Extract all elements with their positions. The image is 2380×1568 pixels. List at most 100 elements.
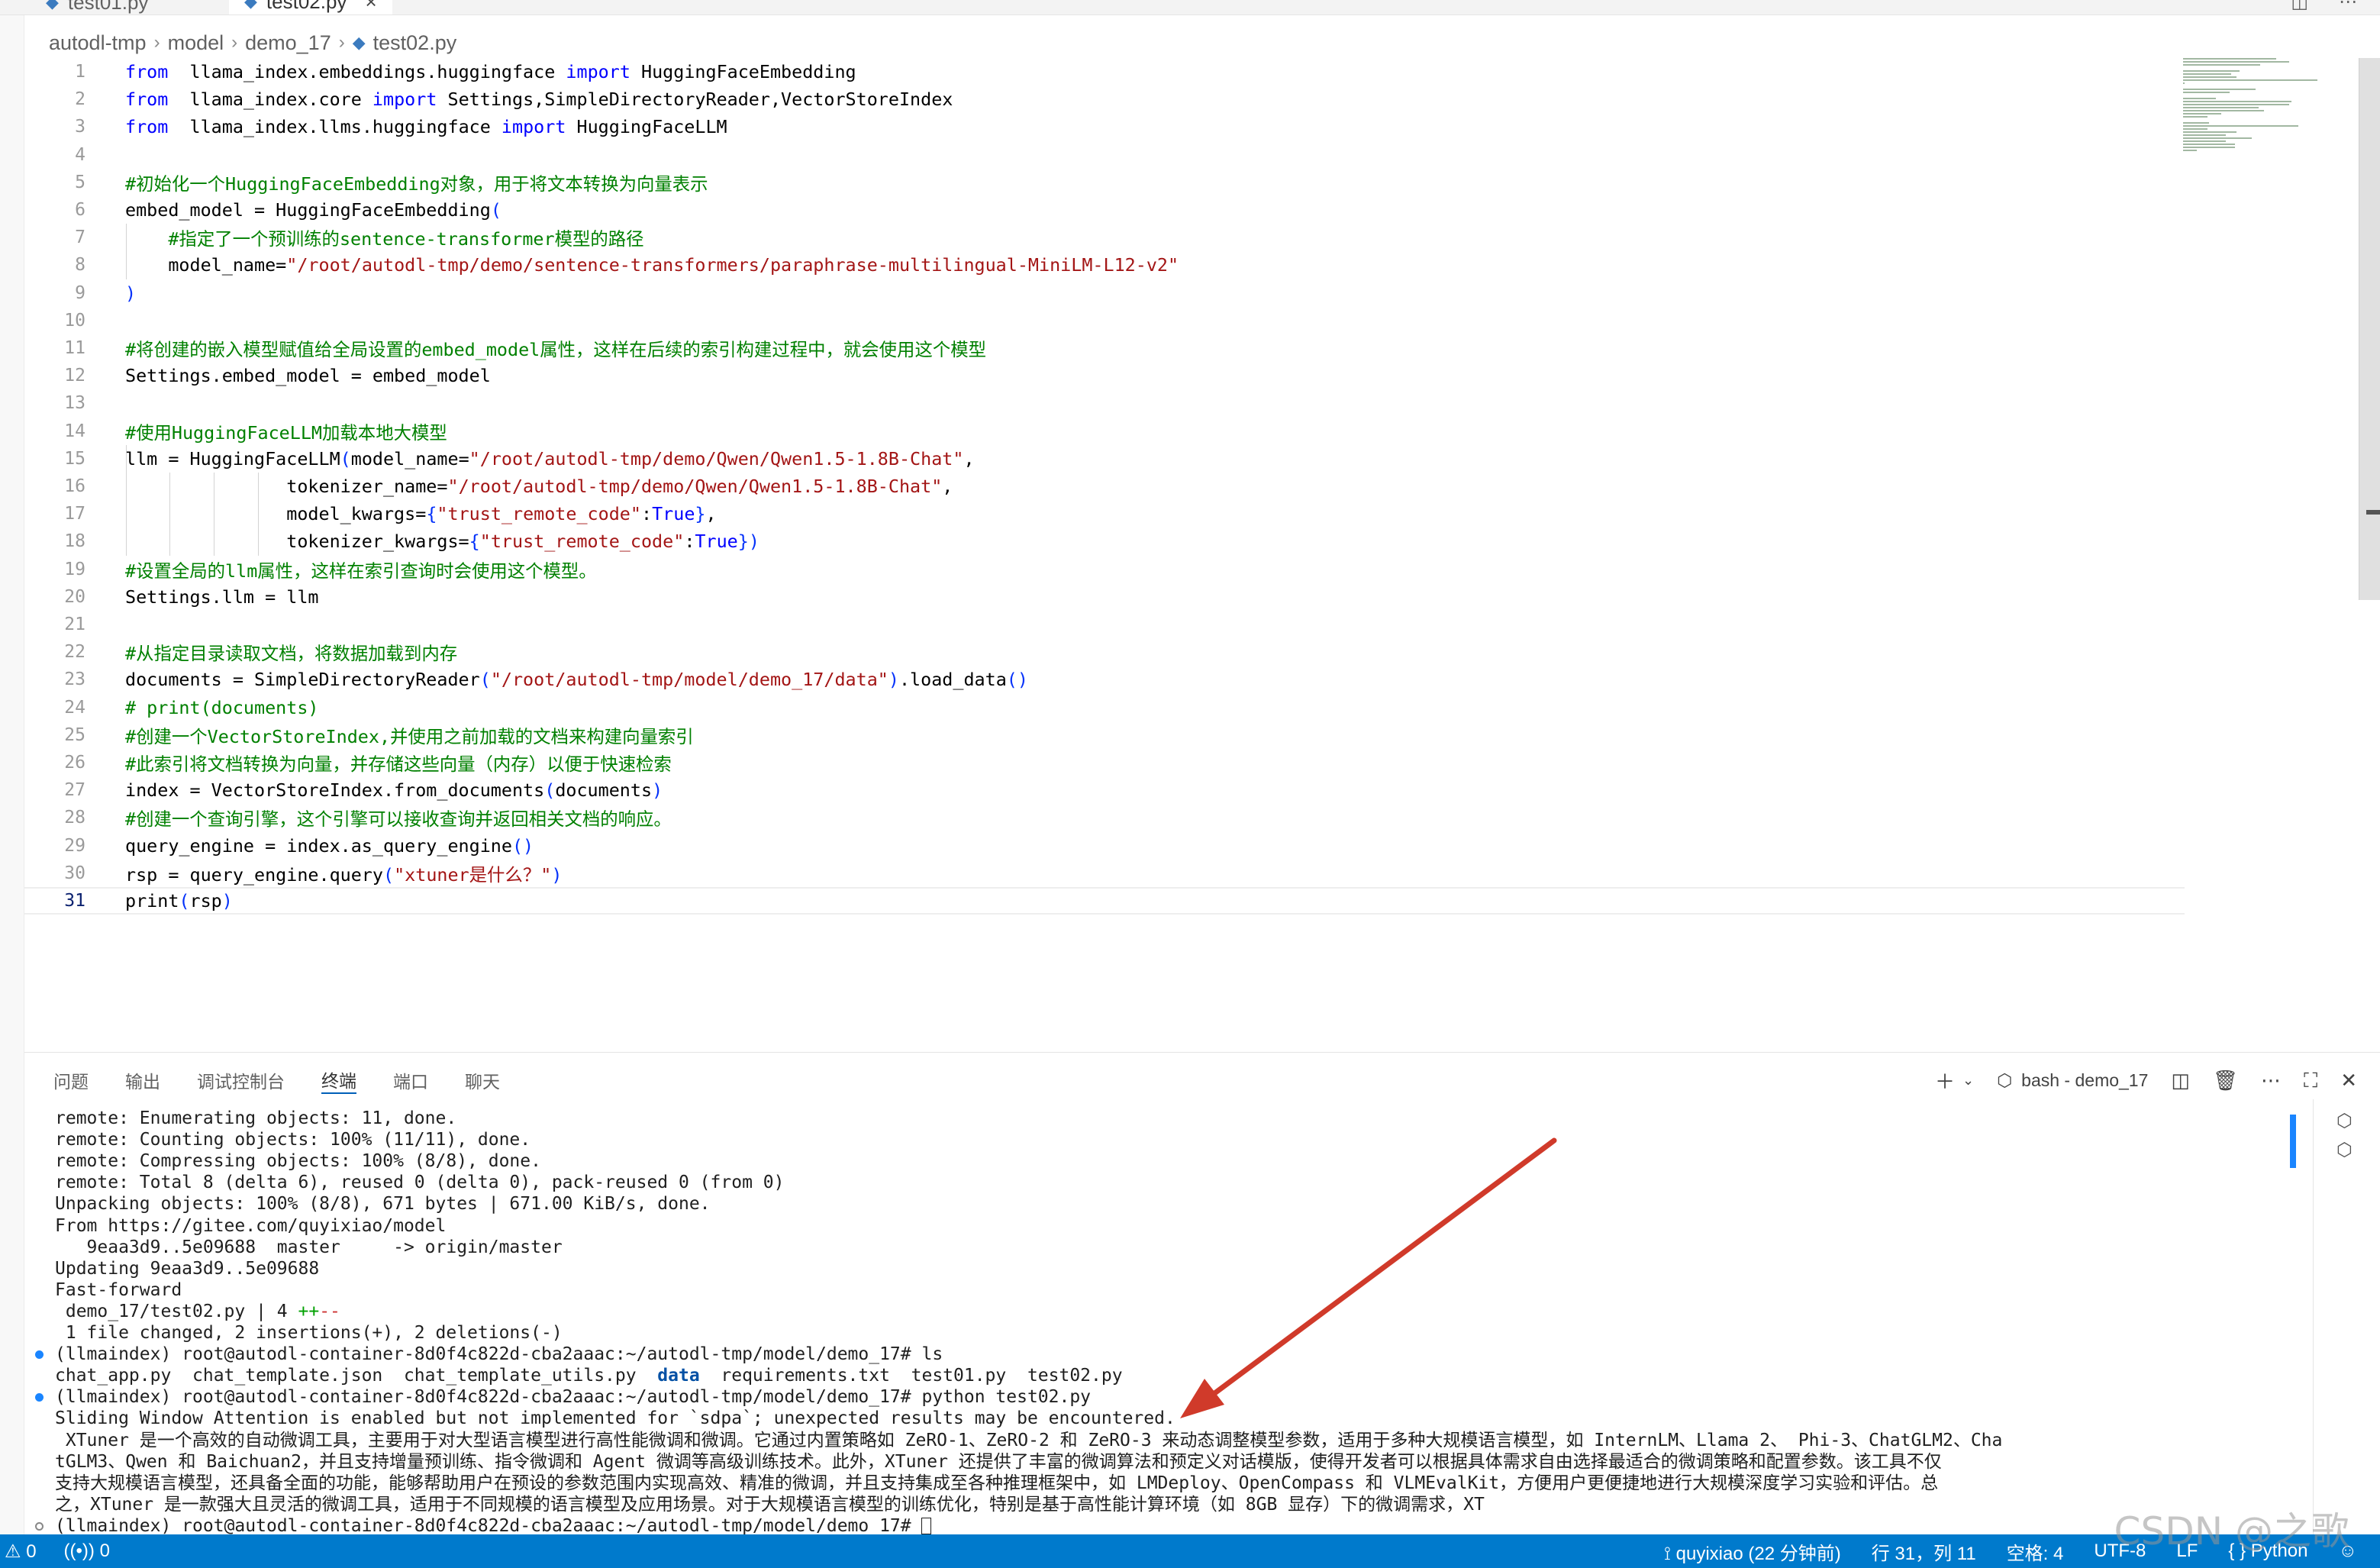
code-line[interactable]: 16 tokenizer_name="/root/autodl-tmp/demo… — [24, 473, 2185, 500]
close-panel-icon[interactable]: ✕ — [2340, 1069, 2357, 1092]
python-file-icon: ◆ — [352, 33, 366, 52]
git-blame-status[interactable]: ⟟ quyixiao (22 分钟前) — [1664, 1538, 1841, 1565]
code-line[interactable]: 19 #设置全局的llm属性，这样在索引查询时会使用这个模型。 — [24, 556, 2185, 583]
more-actions-icon[interactable]: ⋯ — [2339, 0, 2357, 13]
close-tab-icon[interactable]: × — [365, 0, 376, 14]
code-token: import — [501, 116, 566, 138]
code-line[interactable]: 24 # print(documents) — [24, 694, 2185, 721]
terminal-selector[interactable]: ⬡ bash - demo_17 — [1997, 1070, 2148, 1091]
code-token: "/root/autodl-tmp/demo/sentence-transfor… — [286, 254, 1179, 276]
code-line[interactable]: 15 llm = HuggingFaceLLM(model_name="/root… — [24, 445, 2185, 473]
code-line[interactable]: 30 rsp = query_engine.query("xtuner是什么？") — [24, 860, 2185, 887]
tab-debug-console[interactable]: 调试控制台 — [197, 1066, 285, 1094]
command-status-icon[interactable] — [35, 1521, 44, 1531]
minimap[interactable] — [2180, 58, 2333, 157]
code-text: print(rsp) — [125, 890, 233, 911]
line-number: 2 — [75, 89, 85, 110]
minimap-line — [2183, 125, 2299, 127]
code-line[interactable]: 22 #从指定目录读取文档，将数据加载到内存 — [24, 638, 2185, 666]
code-line[interactable]: 14 #使用HuggingFaceLLM加载本地大模型 — [24, 418, 2185, 445]
ports-status[interactable]: ((•)) 0 — [64, 1541, 110, 1562]
errors-status[interactable]: ⚠ 0 — [5, 1541, 37, 1563]
terminal-line: demo_17/test02.py | 4 ++-- — [55, 1301, 340, 1322]
breadcrumb-item[interactable]: test02.py — [373, 31, 457, 55]
code-line[interactable]: 3 from llama_index.llms.huggingface impor… — [24, 113, 2185, 140]
code-editor[interactable]: 1 from llama_index.embeddings.huggingface… — [24, 58, 2360, 1050]
code-token: #指定了一个预训练的sentence-transformer模型的路径 — [168, 228, 644, 250]
code-token: "xtuner是什么？" — [394, 863, 552, 886]
tab-problems[interactable]: 问题 — [53, 1066, 89, 1094]
tab-test01[interactable]: ◆ test01.py — [31, 0, 163, 15]
code-line[interactable]: 4 — [24, 141, 2185, 169]
trash-icon[interactable]: 🗑 — [2213, 1069, 2238, 1092]
code-line[interactable]: 18 tokenizer_kwargs={"trust_remote_code"… — [24, 528, 2185, 555]
code-line[interactable]: 21 — [24, 611, 2185, 638]
tab-test02[interactable]: ◆ test02.py × — [229, 0, 392, 15]
more-actions-icon[interactable]: ⋯ — [2261, 1069, 2281, 1092]
code-line[interactable]: 17 model_kwargs={"trust_remote_code":Tru… — [24, 500, 2185, 528]
minimap-line — [2183, 70, 2240, 72]
code-text: # print(documents) — [125, 697, 318, 718]
command-status-icon[interactable] — [35, 1393, 44, 1402]
code-token: # print(documents) — [125, 696, 319, 718]
breadcrumb-item[interactable]: demo_17 — [245, 31, 331, 55]
chevron-right-icon: › — [338, 32, 345, 53]
code-line[interactable]: 27 index = VectorStoreIndex.from_document… — [24, 776, 2185, 804]
code-line[interactable]: 31 print(rsp) — [24, 887, 2185, 915]
code-line[interactable]: 23 documents = SimpleDirectoryReader("/ro… — [24, 666, 2185, 693]
code-line[interactable]: 5 #初始化一个HuggingFaceEmbedding对象，用于将文本转换为向量… — [24, 169, 2185, 196]
code-line[interactable]: 13 — [24, 389, 2185, 417]
chevron-down-icon[interactable]: ⌄ — [1962, 1073, 1974, 1089]
code-token: tokenizer_name= — [125, 476, 448, 497]
editor-scrollbar[interactable] — [2359, 58, 2380, 600]
tab-ports[interactable]: 端口 — [393, 1066, 428, 1094]
tab-chat[interactable]: 聊天 — [465, 1066, 500, 1094]
indentation-status[interactable]: 空格: 4 — [2007, 1538, 2064, 1565]
code-token: ) — [652, 779, 663, 802]
code-line[interactable]: 2 from llama_index.core import Settings,S… — [24, 85, 2185, 113]
breadcrumb-item[interactable]: model — [168, 31, 224, 55]
code-line[interactable]: 6 embed_model = HuggingFaceEmbedding( — [24, 196, 2185, 224]
chevron-right-icon: › — [153, 32, 160, 53]
code-line[interactable]: 11 #将创建的嵌入模型赋值给全局设置的embed_model属性，这样在后续的索… — [24, 334, 2185, 362]
code-token: llm = HuggingFaceLLM — [125, 447, 340, 469]
activity-edge — [0, 15, 24, 1534]
code-text: index = VectorStoreIndex.from_documents(… — [125, 779, 663, 801]
minimap-line — [2183, 61, 2289, 63]
terminal-instance-icon[interactable]: ⬡ — [2336, 1139, 2353, 1161]
terminal-scrollbar[interactable] — [2290, 1115, 2296, 1168]
code-token: ( — [382, 863, 395, 886]
code-line[interactable]: 28 #创建一个查询引擎，这个引擎可以接收查询并返回相关文档的响应。 — [24, 804, 2185, 831]
code-line[interactable]: 26 #此索引将文档转换为向量，并存储这些向量（内存）以便于快速检索 — [24, 749, 2185, 776]
code-line[interactable]: 20 Settings.llm = llm — [24, 583, 2185, 611]
line-number: 7 — [75, 227, 85, 248]
code-token: #使用HuggingFaceLLM加载本地大模型 — [125, 421, 447, 444]
minimap-line — [2183, 131, 2237, 133]
terminal-line: 之，XTuner 是一款强大且灵活的微调工具，适用于不同规模的语言模型及应用场景… — [55, 1494, 1485, 1515]
terminal-line: remote: Enumerating objects: 11, done. — [55, 1108, 456, 1129]
split-terminal-icon[interactable]: ◫ — [2171, 1069, 2190, 1092]
code-token: model_name= — [350, 447, 469, 469]
tab-terminal[interactable]: 终端 — [321, 1066, 356, 1094]
new-terminal-icon[interactable]: ＋ — [1935, 1066, 1955, 1095]
code-line[interactable]: 29 query_engine = index.as_query_engine() — [24, 832, 2185, 860]
cursor-position[interactable]: 行 31，列 11 — [1872, 1538, 1976, 1565]
minimap-line — [2183, 150, 2197, 151]
code-line[interactable]: 10 — [24, 307, 2185, 334]
tab-output[interactable]: 输出 — [125, 1066, 160, 1094]
code-token: "trust_remote_code" — [479, 531, 685, 553]
code-line[interactable]: 25 #创建一个VectorStoreIndex,并使用之前加载的文档来构建向量索… — [24, 721, 2185, 749]
split-editor-icon[interactable]: ◫ — [2291, 0, 2308, 13]
code-token: #此索引将文档转换为向量，并存储这些向量（内存）以便于快速检索 — [125, 753, 672, 775]
code-line[interactable]: 9) — [24, 279, 2185, 307]
maximize-panel-icon[interactable]: ⛶ — [2304, 1069, 2317, 1093]
code-line[interactable]: 1 from llama_index.embeddings.huggingface… — [24, 58, 2185, 85]
command-status-icon[interactable] — [35, 1350, 44, 1360]
code-token: "trust_remote_code" — [437, 503, 641, 525]
terminal-instance-icon[interactable]: ⬡ — [2336, 1110, 2353, 1132]
breadcrumb-item[interactable]: autodl-tmp — [49, 31, 147, 55]
code-line[interactable]: 7 #指定了一个预训练的sentence-transformer模型的路径 — [24, 224, 2185, 251]
code-line[interactable]: 8 model_name="/root/autodl-tmp/demo/sent… — [24, 251, 2185, 279]
terminal-output[interactable]: remote: Enumerating objects: 11, done. re… — [35, 1108, 2314, 1536]
code-line[interactable]: 12 Settings.embed_model = embed_model — [24, 362, 2185, 389]
